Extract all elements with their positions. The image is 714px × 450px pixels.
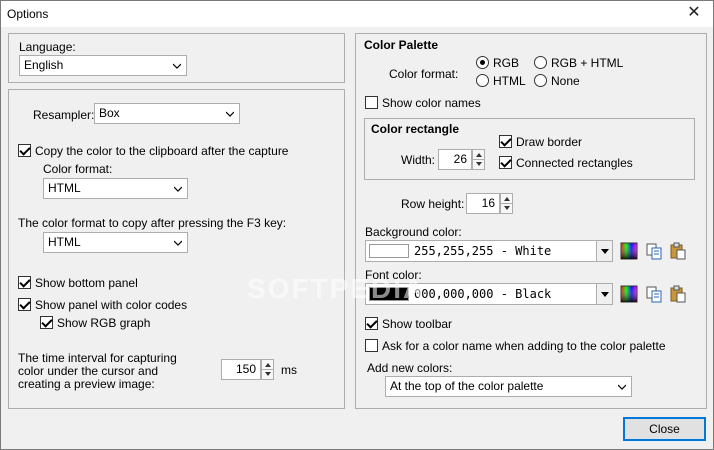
copy-icon[interactable] — [645, 242, 663, 260]
stepper-up-icon — [265, 363, 271, 367]
color-picker-icon[interactable] — [620, 285, 638, 303]
resampler-select[interactable]: Box — [94, 103, 240, 124]
close-icon[interactable]: ✕ — [683, 3, 705, 23]
interval-label-line-2: color under the cursor and — [18, 364, 159, 378]
stepper-down-icon — [265, 372, 271, 376]
stepper-up-icon — [476, 153, 482, 157]
add-new-colors-value: At the top of the color palette — [390, 379, 544, 393]
chevron-down-icon — [618, 384, 626, 390]
color-rectangle-group: Color rectangle Width: 26 Draw border Co… — [364, 118, 695, 180]
stepper-down-icon — [476, 162, 482, 166]
chevron-down-icon — [226, 111, 234, 117]
f3-format-label: The color format to copy after pressing … — [18, 216, 287, 230]
stepper-up-icon — [504, 197, 510, 201]
interval-label-line-3: creating a preview image: — [18, 377, 155, 391]
radio-html-label: HTML — [493, 74, 526, 88]
close-button[interactable]: Close — [623, 417, 706, 441]
radio-none-label: None — [551, 74, 580, 88]
f3-format-select[interactable]: HTML — [43, 232, 188, 253]
color-palette-title: Color Palette — [364, 38, 439, 52]
radio-rgb-html-label: RGB + HTML — [551, 56, 624, 70]
copy-clipboard-label: Copy the color to the clipboard after th… — [35, 144, 289, 158]
background-color-label: Background color: — [365, 225, 462, 239]
ask-color-name-label: Ask for a color name when adding to the … — [382, 339, 666, 353]
color-format-label: Color format: — [43, 162, 113, 176]
show-color-names-checkbox[interactable] — [365, 96, 378, 109]
interval-input[interactable]: 150 — [221, 359, 261, 380]
show-toolbar-label: Show toolbar — [382, 317, 453, 331]
chevron-down-icon — [174, 186, 182, 192]
connected-rectangles-label: Connected rectangles — [516, 156, 633, 170]
radio-rgb-label: RGB — [493, 56, 520, 70]
options-window: Options ✕ Language: English Resampler: B… — [0, 0, 714, 450]
show-rgb-graph-checkbox[interactable] — [40, 316, 53, 329]
background-color-select[interactable]: 255,255,255 - White — [365, 240, 613, 262]
language-select[interactable]: English — [19, 55, 187, 76]
add-new-colors-label: Add new colors: — [367, 361, 453, 375]
font-color-value: 000,000,000 - Black — [414, 287, 552, 301]
add-new-colors-select[interactable]: At the top of the color palette — [385, 376, 632, 397]
resampler-label: Resampler: — [33, 108, 95, 122]
color-picker-icon[interactable] — [620, 242, 638, 260]
radio-none[interactable] — [534, 74, 547, 87]
radio-rgb[interactable] — [476, 56, 489, 69]
show-toolbar-checkbox[interactable] — [365, 317, 378, 330]
show-rgb-graph-label: Show RGB graph — [57, 316, 151, 330]
language-select-value: English — [24, 58, 64, 72]
interval-label-line-1: The time interval for capturing — [18, 351, 177, 365]
row-height-label: Row height: — [401, 197, 465, 211]
resampler-select-value: Box — [99, 106, 120, 120]
language-label: Language: — [19, 40, 76, 54]
color-palette-panel: Color Palette Color format: RGB RGB + HT… — [355, 33, 707, 409]
palette-color-format-label: Color format: — [389, 67, 459, 81]
chevron-down-icon — [596, 284, 612, 304]
chevron-down-icon — [174, 240, 182, 246]
show-color-codes-checkbox[interactable] — [18, 298, 31, 311]
capture-settings-panel: Resampler: Box Copy the color to the cli… — [8, 89, 345, 409]
width-label: Width: — [401, 153, 436, 167]
chevron-down-icon — [596, 241, 612, 261]
show-bottom-panel-checkbox[interactable] — [18, 276, 31, 289]
title-bar: Options ✕ — [1, 1, 713, 27]
row-height-stepper[interactable] — [500, 193, 513, 214]
show-color-codes-label: Show panel with color codes — [35, 298, 188, 312]
copy-icon[interactable] — [645, 285, 663, 303]
background-color-value: 255,255,255 - White — [414, 244, 552, 258]
f3-format-select-value: HTML — [48, 235, 81, 249]
width-input[interactable]: 26 — [438, 149, 472, 170]
connected-rectangles-checkbox[interactable] — [499, 156, 512, 169]
radio-rgb-html[interactable] — [534, 56, 547, 69]
interval-stepper[interactable] — [261, 359, 274, 380]
background-color-swatch — [369, 244, 409, 258]
show-color-names-label: Show color names — [382, 96, 481, 110]
language-panel: Language: English — [8, 33, 345, 83]
window-title: Options — [7, 7, 49, 21]
ask-color-name-checkbox[interactable] — [365, 339, 378, 352]
stepper-down-icon — [504, 206, 510, 210]
paste-icon[interactable] — [669, 285, 687, 303]
interval-unit: ms — [281, 363, 297, 377]
row-height-input[interactable]: 16 — [466, 193, 500, 214]
paste-icon[interactable] — [669, 242, 687, 260]
draw-border-label: Draw border — [516, 135, 583, 149]
draw-border-checkbox[interactable] — [499, 135, 512, 148]
chevron-down-icon — [173, 63, 181, 69]
copy-clipboard-checkbox[interactable] — [18, 144, 31, 157]
show-bottom-panel-label: Show bottom panel — [35, 276, 138, 290]
radio-html[interactable] — [476, 74, 489, 87]
color-rectangle-title: Color rectangle — [371, 122, 460, 136]
color-format-select-value: HTML — [48, 181, 81, 195]
width-stepper[interactable] — [472, 149, 485, 170]
color-format-select[interactable]: HTML — [43, 178, 188, 199]
watermark: SOFTPEDIA — [247, 273, 426, 304]
